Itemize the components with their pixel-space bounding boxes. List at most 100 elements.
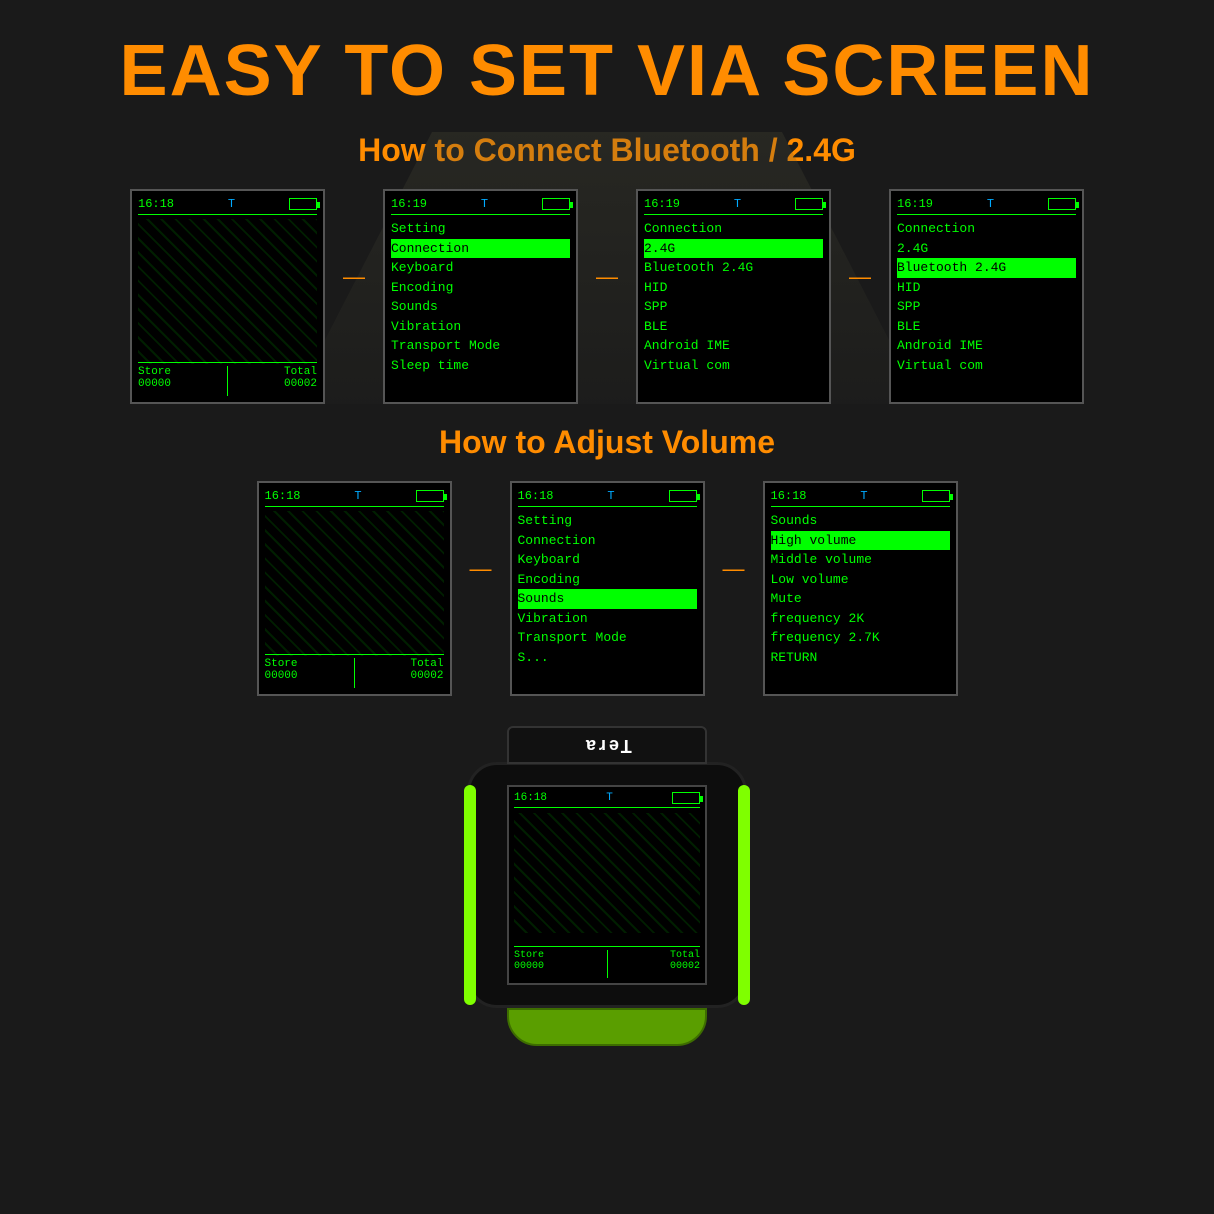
total-label: Total [670,950,700,961]
device-bottom [507,1008,707,1046]
time-display: 16:18 [771,489,807,503]
screen-header: 16:18 T [265,489,444,507]
store-value: 00000 [514,961,544,972]
menu-item-vibration: Vibration [391,317,570,337]
screen-body: Connection 2.4G Bluetooth 2.4G HID SPP B… [644,219,823,375]
screen-body: Sounds High volume Middle volume Low vol… [771,511,950,667]
volume-section-title: How to Adjust Volume [0,424,1214,461]
menu-item-freq-2.7k: frequency 2.7K [771,628,950,648]
brand-label: Tera [583,735,632,756]
green-accent-right [738,785,750,1005]
menu-item-high-volume: High volume [771,531,950,551]
screen-header: 16:18 T [771,489,950,507]
menu-item-virtual-com: Virtual com [644,356,823,376]
menu-item-bluetooth-2.4g: Bluetooth 2.4G [644,258,823,278]
total-col: Total 00002 [670,950,700,978]
total-value: 00002 [284,378,317,390]
t-indicator: T [606,792,613,804]
screen-footer: Store 00000 Total 00002 [514,946,700,978]
store-value: 00000 [138,378,171,390]
bt-screen-3: 16:19 T Connection 2.4G Bluetooth 2.4G H… [636,189,831,404]
menu-item-sounds: Sounds [391,297,570,317]
battery-icon [416,490,444,502]
store-label: Store [265,658,298,670]
menu-item-keyboard: Keyboard [391,258,570,278]
vol-screen-1: 16:18 T Store 00000 Total 00002 [257,481,452,696]
screen-body: Connection 2.4G Bluetooth 2.4G HID SPP B… [897,219,1076,375]
t-indicator: T [481,197,488,211]
total-value: 00002 [410,670,443,682]
bt-screen-2: 16:19 T Setting Connection Keyboard Enco… [383,189,578,404]
menu-item-bluetooth-2.4g-selected: Bluetooth 2.4G [897,258,1076,278]
screen-header: 16:19 T [897,197,1076,215]
menu-item-spp: SPP [644,297,823,317]
menu-item-sounds-title: Sounds [771,511,950,531]
main-title: EASY TO SET VIA SCREEN [0,0,1214,122]
battery-icon [669,490,697,502]
bt-screen-1: 16:18 T Store 00000 Total 00002 [130,189,325,404]
menu-item-setting: Setting [518,511,697,531]
menu-item-2.4g: 2.4G [644,239,823,259]
menu-item-connection-title: Connection [897,219,1076,239]
menu-item-connection: Connection [518,531,697,551]
store-col: Store 00000 [514,950,544,978]
arrow-3: — [849,189,871,404]
screen-body: Setting Connection Keyboard Encoding Sou… [518,511,697,667]
menu-item-android-ime: Android IME [644,336,823,356]
battery-icon [795,198,823,210]
menu-item-ble: BLE [644,317,823,337]
bt-screen-4: 16:19 T Connection 2.4G Bluetooth 2.4G H… [889,189,1084,404]
screen-empty-area [514,813,700,933]
green-accent-left [464,785,476,1005]
time-display: 16:18 [265,489,301,503]
vol-screen-2: 16:18 T Setting Connection Keyboard Enco… [510,481,705,696]
menu-item-keyboard: Keyboard [518,550,697,570]
screen-header: 16:18 T [518,489,697,507]
menu-item-ble: BLE [897,317,1076,337]
menu-item-transport: Transport Mode [391,336,570,356]
vol-screen-3: 16:18 T Sounds High volume Middle volume… [763,481,958,696]
t-indicator: T [228,197,235,211]
time-display: 16:18 [514,792,547,804]
store-value: 00000 [265,670,298,682]
menu-item-low-volume: Low volume [771,570,950,590]
menu-item-virtual-com: Virtual com [897,356,1076,376]
volume-screens-row: 16:18 T Store 00000 Total 00002 — [0,481,1214,696]
time-display: 16:18 [138,197,174,211]
device-bottom-area: Tera 16:18 T Store 00000 [0,726,1214,1046]
menu-item-hid: HID [897,278,1076,298]
screen-header: 16:19 T [391,197,570,215]
battery-icon [542,198,570,210]
bluetooth-screens-row: 16:18 T Store 00000 Total 00002 — [0,189,1214,404]
t-indicator: T [987,197,994,211]
screen-footer: Store 00000 Total 00002 [265,654,444,688]
menu-item-s: S... [518,648,697,668]
menu-item-middle-volume: Middle volume [771,550,950,570]
battery-icon [672,792,700,804]
menu-item-encoding: Encoding [391,278,570,298]
screen-footer: Store 00000 Total 00002 [138,362,317,396]
menu-item-sounds: Sounds [518,589,697,609]
time-display: 16:18 [518,489,554,503]
menu-item-spp: SPP [897,297,1076,317]
total-label: Total [284,366,317,378]
screen-body: Setting Connection Keyboard Encoding Sou… [391,219,570,375]
total-value: 00002 [670,961,700,972]
t-indicator: T [734,197,741,211]
menu-item-connection-title: Connection [644,219,823,239]
device-embedded-screen: 16:18 T Store 00000 Total 00002 [507,785,707,985]
menu-item-transport: Transport Mode [518,628,697,648]
battery-icon [922,490,950,502]
arrow-4: — [470,556,492,622]
bluetooth-section: How to Connect Bluetooth / 2.4G 16:18 T … [0,132,1214,404]
arrow-5: — [723,556,745,622]
menu-item-freq-2k: frequency 2K [771,609,950,629]
time-display: 16:19 [644,197,680,211]
menu-item-encoding: Encoding [518,570,697,590]
menu-item-android-ime: Android IME [897,336,1076,356]
time-display: 16:19 [391,197,427,211]
t-indicator: T [354,489,361,503]
time-display: 16:19 [897,197,933,211]
volume-section: How to Adjust Volume 16:18 T Store 00000… [0,424,1214,696]
menu-item-vibration: Vibration [518,609,697,629]
